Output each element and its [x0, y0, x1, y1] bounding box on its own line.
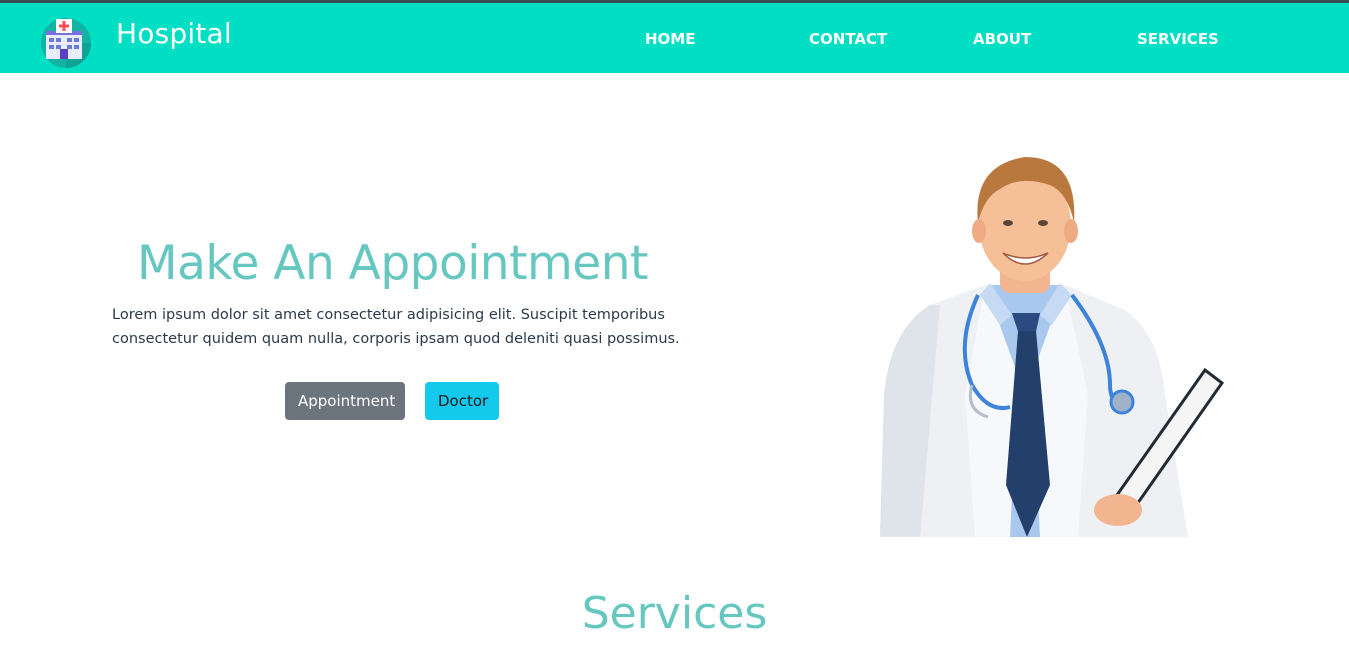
- brand-name[interactable]: Hospital: [116, 17, 232, 50]
- nav-home[interactable]: HOME: [645, 30, 695, 48]
- navbar: Hospital HOME CONTACT ABOUT SERVICES: [0, 3, 1349, 73]
- nav-about[interactable]: ABOUT: [973, 30, 1031, 48]
- hero-title: Make An Appointment: [137, 236, 648, 291]
- hero-description: Lorem ipsum dolor sit amet consectetur a…: [112, 307, 680, 347]
- services-title: Services: [581, 588, 768, 639]
- nav-contact[interactable]: CONTACT: [809, 30, 887, 48]
- nav-services[interactable]: SERVICES: [1137, 30, 1219, 48]
- hospital-building-icon[interactable]: [36, 11, 96, 71]
- appointment-button[interactable]: Appointment: [285, 382, 405, 420]
- doctor-photo: [860, 145, 1240, 537]
- doctor-button[interactable]: Doctor: [425, 382, 499, 420]
